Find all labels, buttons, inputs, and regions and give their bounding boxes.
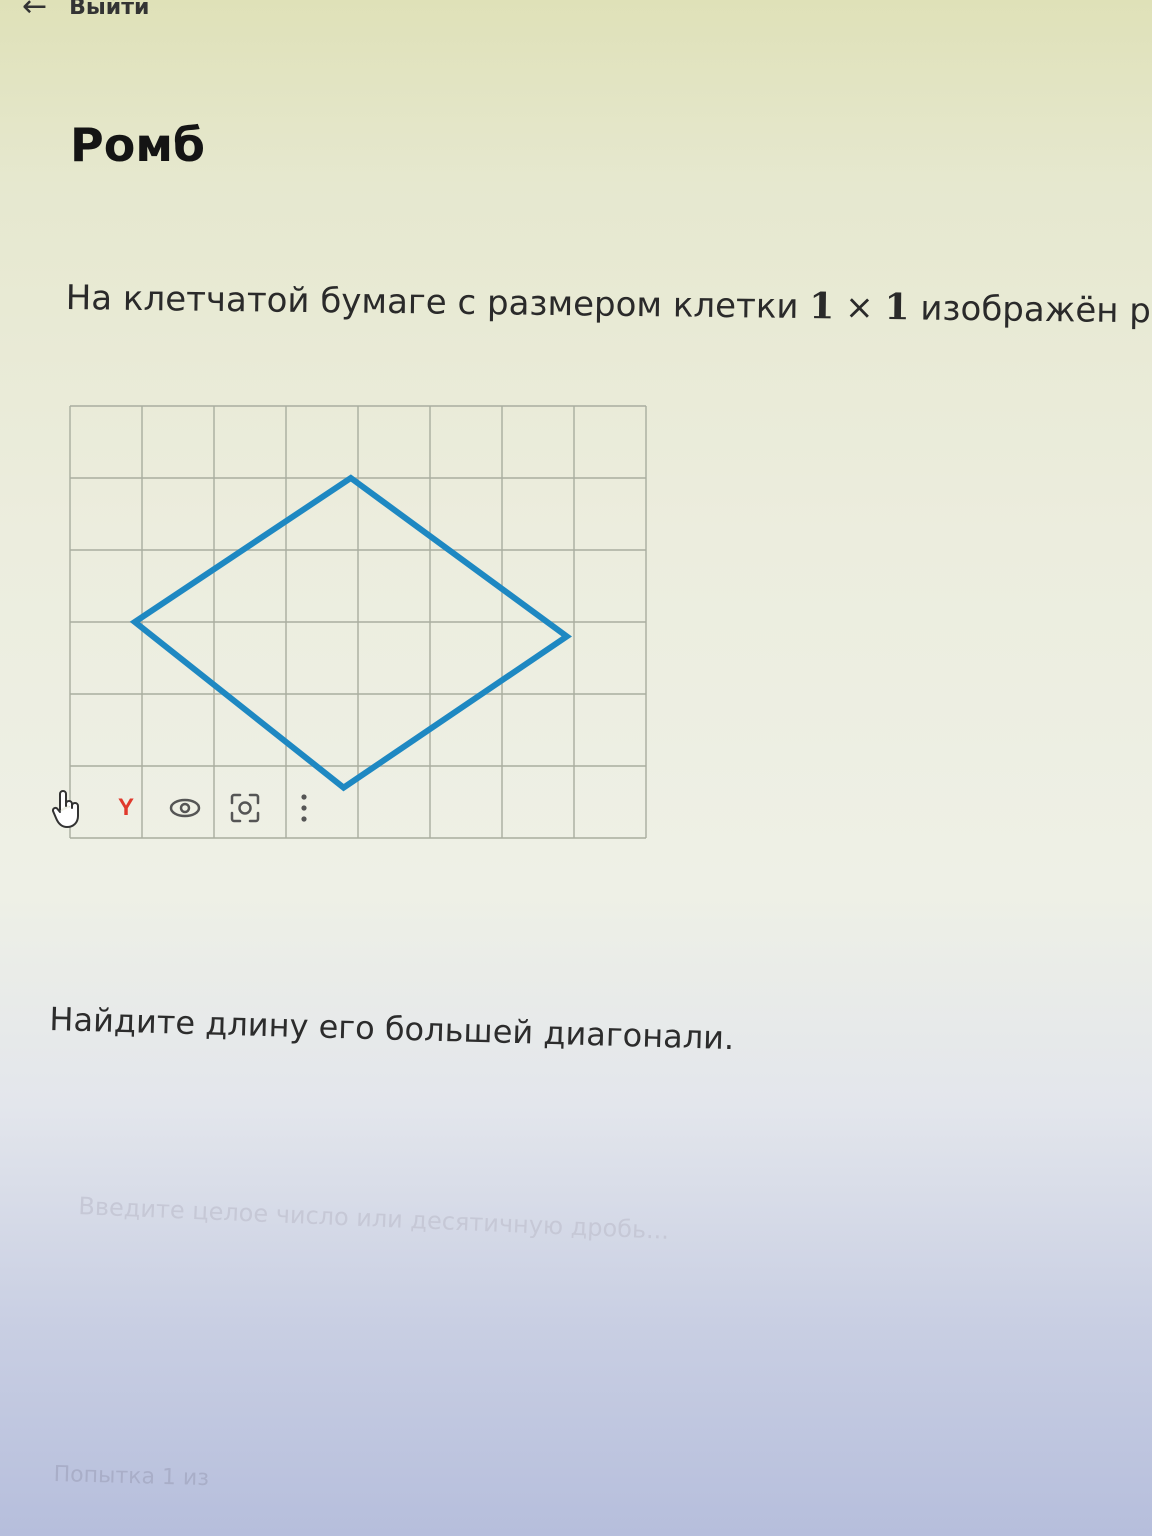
eye-icon[interactable] <box>168 788 202 828</box>
times-sign: × <box>834 287 885 329</box>
back-label: Выйти <box>69 0 150 20</box>
task-text-before: На клетчатой бумаге с размером клетки <box>65 277 810 328</box>
lens-scan-icon[interactable] <box>228 788 262 828</box>
attempt-counter: Попытка 1 из <box>53 1462 210 1492</box>
task-text-after: изображён р <box>909 288 1152 332</box>
back-link[interactable]: ← Выйти <box>22 0 149 22</box>
more-vertical-icon[interactable] <box>288 788 320 828</box>
answer-input[interactable] <box>74 1170 722 1269</box>
arrow-left-icon: ← <box>22 0 48 24</box>
hand-cursor-icon[interactable] <box>50 788 84 828</box>
grid-lines <box>69 405 647 839</box>
cell-size-height: 1 <box>884 286 910 329</box>
cell-size-width: 1 <box>809 285 835 328</box>
question-text: Найдите длину его большей диагонали. <box>48 1000 735 1058</box>
task-text: На клетчатой бумаге с размером клетки 1 … <box>65 276 1151 331</box>
yandex-logo-icon[interactable]: Y <box>110 788 142 828</box>
page-title: Ромб <box>70 118 206 172</box>
image-toolbar: Y <box>50 778 320 838</box>
